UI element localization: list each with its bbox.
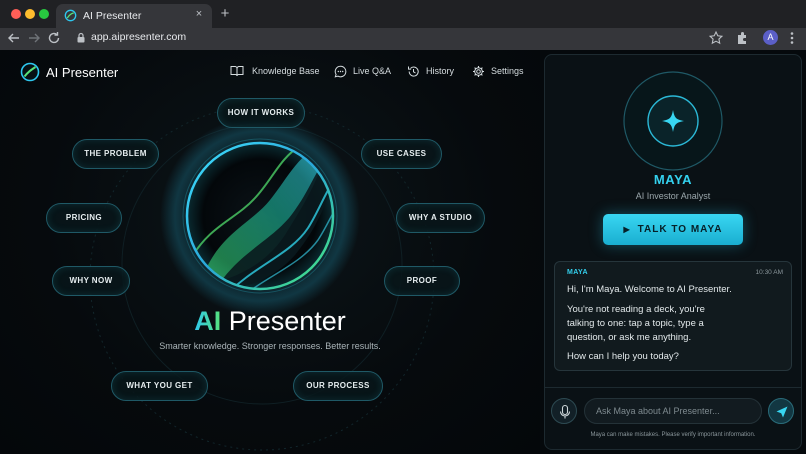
hero-title-accent: AI (194, 306, 222, 336)
message-line: talking to one: tap a topic, type a (567, 318, 704, 329)
topic-pricing[interactable]: PRICING (46, 203, 122, 233)
topic-why-now[interactable]: WHY NOW (52, 266, 130, 296)
tab-close-icon[interactable]: × (192, 8, 206, 20)
gear-icon (473, 66, 484, 77)
topic-why-a-studio[interactable]: WHY A STUDIO (396, 203, 485, 233)
address-bar[interactable]: app.aipresenter.com (70, 29, 730, 47)
chat-icon (334, 65, 347, 78)
agent-name: MAYA (653, 172, 693, 187)
presenter-stage: AI Presenter Knowledge Base Live Q&A His… (0, 50, 540, 454)
topic-use-cases[interactable]: USE CASES (361, 139, 442, 169)
agent-role: AI Investor Analyst (635, 191, 711, 201)
topic-proof[interactable]: PROOF (384, 266, 460, 296)
assistant-panel: MAYA AI Investor Analyst ▶ TALK TO MAYA M… (544, 54, 802, 450)
chat-message: MAYA 10:30 AM Hi, I'm Maya. Welcome to A… (554, 261, 792, 371)
extensions-icon[interactable] (734, 30, 750, 46)
new-tab-button[interactable]: + (218, 5, 232, 22)
nav-label: Live Q&A (353, 66, 392, 76)
send-button[interactable] (768, 398, 794, 424)
browser-tab-bar: AI Presenter × + (0, 0, 806, 28)
topic-the-problem[interactable]: THE PROBLEM (72, 139, 159, 169)
browser-toolbar: app.aipresenter.com A (0, 28, 806, 50)
message-line: Hi, I'm Maya. Welcome to AI Presenter. (567, 284, 732, 295)
hero-subtitle: Smarter knowledge. Stronger responses. B… (159, 341, 381, 351)
message-line: How can I help you today? (567, 351, 679, 362)
profile-avatar[interactable]: A (763, 30, 778, 45)
nav-label: History (426, 66, 455, 76)
hero-title-rest: Presenter (228, 306, 346, 336)
topic-what-you-get[interactable]: WHAT YOU GET (111, 371, 208, 401)
topic-how-it-works[interactable]: HOW IT WORKS (217, 98, 305, 128)
talk-to-agent-button[interactable]: ▶ TALK TO MAYA (603, 214, 743, 245)
composer-divider (545, 387, 801, 388)
nav-live-qa[interactable]: Live Q&A (334, 64, 394, 80)
topic-our-process[interactable]: OUR PROCESS (293, 371, 383, 401)
microphone-button[interactable] (551, 398, 577, 424)
back-icon[interactable] (6, 30, 22, 46)
nav-label: Settings (491, 66, 524, 76)
nav-knowledge-base[interactable]: Knowledge Base (230, 64, 320, 80)
site-favicon-icon (64, 9, 77, 22)
app-viewport: AI Presenter Knowledge Base Live Q&A His… (0, 50, 806, 454)
disclaimer-text: Maya can make mistakes. Please verify im… (590, 432, 756, 438)
bookmark-star-icon[interactable] (708, 30, 724, 46)
window-close-button[interactable] (11, 9, 21, 19)
message-line: You're not reading a deck, you're (567, 304, 705, 315)
nav-settings[interactable]: Settings (472, 64, 528, 80)
brand-name: AI Presenter (46, 65, 119, 80)
chat-input[interactable] (584, 398, 762, 424)
reload-icon[interactable] (46, 30, 62, 46)
lock-icon (77, 32, 85, 43)
forward-icon[interactable] (26, 30, 42, 46)
send-icon (776, 406, 788, 418)
browser-tab[interactable]: AI Presenter × (56, 4, 212, 28)
book-icon (230, 66, 244, 77)
history-icon (408, 66, 419, 77)
message-sender: MAYA (567, 269, 588, 276)
agent-avatar (623, 71, 723, 171)
play-icon: ▶ (623, 225, 631, 234)
browser-menu-icon[interactable] (784, 30, 800, 46)
tab-title: AI Presenter (83, 10, 142, 22)
window-zoom-button[interactable] (39, 9, 49, 19)
url-text: app.aipresenter.com (91, 31, 187, 43)
message-line: question, or ask me anything. (567, 332, 692, 343)
window-minimize-button[interactable] (25, 9, 35, 19)
microphone-icon (559, 404, 571, 419)
hero-title: AI Presenter (120, 306, 420, 337)
nav-history[interactable]: History (407, 64, 457, 80)
nav-label: Knowledge Base (252, 66, 320, 76)
talk-button-label: TALK TO MAYA (637, 224, 723, 235)
brand-logo-icon (20, 62, 40, 82)
message-time: 10:30 AM (755, 269, 783, 276)
